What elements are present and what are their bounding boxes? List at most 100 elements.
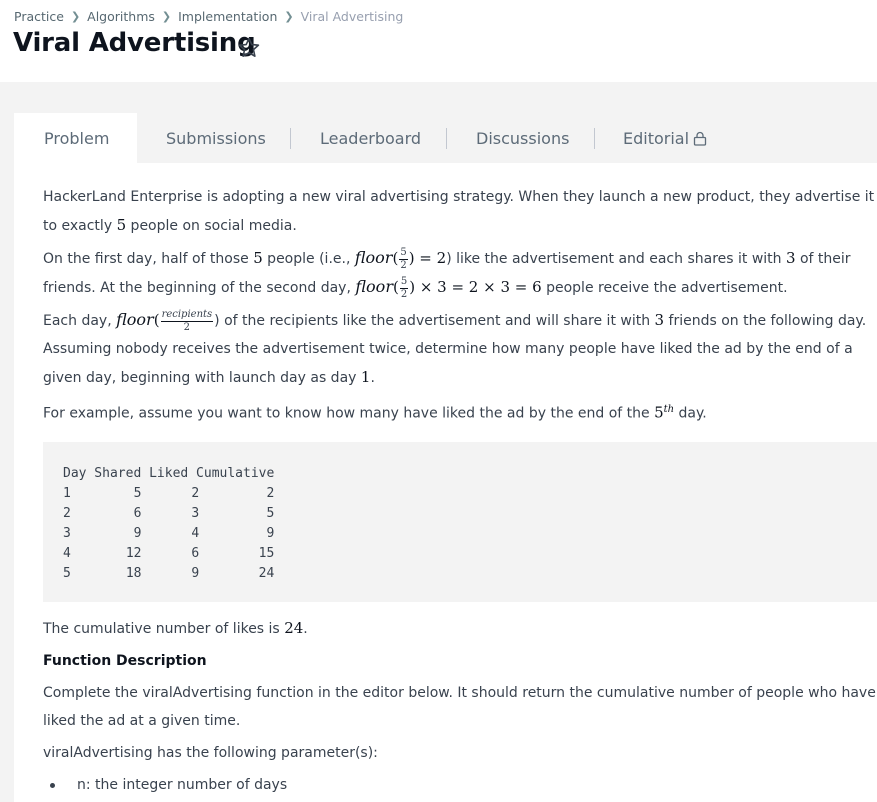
function-description-text: Complete the viralAdvertising function i… <box>43 684 876 729</box>
example-paragraph: For example, assume you want to know how… <box>43 396 877 428</box>
table-row: 1 5 2 2 <box>63 484 274 504</box>
tab-problem-label: Problem <box>44 128 110 148</box>
table-cell: 24 <box>258 565 275 581</box>
table-header-row: Day Shared Liked Cumulative <box>63 464 274 484</box>
tab-divider <box>594 128 595 149</box>
tab-problem[interactable]: Problem <box>14 113 137 163</box>
text-span: ) of the recipients like the advertiseme… <box>214 313 655 329</box>
chevron-right-icon: ❯ <box>161 10 172 23</box>
text-span: The cumulative number of likes is <box>43 620 285 637</box>
chevron-right-icon: ❯ <box>70 10 81 23</box>
math-number: 5 <box>116 216 127 234</box>
math-expression: ) × 3 = 2 × 3 = 6 <box>409 278 542 296</box>
math-paren: ( <box>392 249 399 267</box>
text-span: people (i.e., <box>262 251 355 267</box>
text-span: day. <box>674 405 707 422</box>
breadcrumb: Practice ❯ Algorithms ❯ Implementation ❯… <box>14 9 403 24</box>
table-cell: 12 <box>125 545 142 561</box>
table-header: Day Shared Liked Cumulative <box>63 465 275 481</box>
math-number: 3 <box>785 249 796 267</box>
table-cell: 2 <box>266 485 275 501</box>
math-function: floor <box>354 248 393 267</box>
table-cell: 4 <box>191 525 200 541</box>
page-header: Practice ❯ Algorithms ❯ Implementation ❯… <box>0 0 877 82</box>
table-cell: 9 <box>191 565 200 581</box>
table-cell: 3 <box>63 525 71 541</box>
table-cell: 9 <box>266 525 275 541</box>
table-cell: 5 <box>266 505 275 521</box>
math-fraction: recipients 2 <box>160 308 214 333</box>
problem-statement-panel: HackerLand Enterprise is adopting a new … <box>14 163 877 802</box>
parameters-intro: viralAdvertising has the following param… <box>43 744 378 761</box>
function-description-heading: Function Description <box>43 652 207 669</box>
math-number: 1 <box>360 368 371 386</box>
tab-leaderboard-label: Leaderboard <box>320 128 422 148</box>
table-cell: 9 <box>133 525 142 541</box>
table-cell: 4 <box>63 545 71 561</box>
table-row: 5 18 9 24 <box>63 564 274 584</box>
table-cell: 5 <box>133 485 142 501</box>
tab-editorial-label: Editorial <box>623 128 690 148</box>
text-span: people on social media. <box>126 218 297 234</box>
math-number: 24 <box>284 618 304 637</box>
fraction-numerator: 5 <box>399 275 409 289</box>
fraction-numerator: 5 <box>399 246 408 260</box>
table-row: 4 12 6 15 <box>63 544 274 564</box>
table-cell: 1 <box>63 485 71 501</box>
math-fraction: 52 <box>399 275 409 300</box>
table-cell: 2 <box>191 485 200 501</box>
lock-icon <box>693 131 707 146</box>
breadcrumb-algorithms[interactable]: Algorithms <box>87 9 155 24</box>
star-outline-icon[interactable] <box>236 35 262 61</box>
list-item: n: the integer number of days <box>50 771 877 799</box>
page-title: Viral Advertising <box>13 28 256 58</box>
text-span: Each day, <box>43 313 117 329</box>
challenge-tabs: Problem Submissions Leaderboard Discussi… <box>14 113 877 163</box>
breadcrumb-practice[interactable]: Practice <box>14 9 64 24</box>
breadcrumb-current: Viral Advertising <box>300 9 404 24</box>
text-span: . <box>370 370 375 386</box>
table-cell: 3 <box>191 505 200 521</box>
tab-submissions-label: Submissions <box>166 128 266 148</box>
math-number: 5 <box>654 403 664 422</box>
table-cell: 6 <box>133 505 142 521</box>
intro-paragraph: HackerLand Enterprise is adopting a new … <box>43 183 877 240</box>
table-row: 2 6 3 5 <box>63 504 274 524</box>
fraction-denominator: 2 <box>183 321 191 333</box>
fraction-numerator: recipients <box>160 308 214 322</box>
table-cell: 18 <box>125 565 142 581</box>
text-span: ) like the advertisement and each shares… <box>446 251 786 267</box>
table-cell: 5 <box>63 565 71 581</box>
text-span: people receive the advertisement. <box>541 280 788 296</box>
tab-submissions[interactable]: Submissions <box>166 113 266 163</box>
tab-editorial[interactable]: Editorial <box>623 113 707 163</box>
breadcrumb-implementation[interactable]: Implementation <box>178 9 277 24</box>
fraction-denominator: 2 <box>400 288 408 300</box>
math-number: 5 <box>253 249 263 267</box>
tab-discussions[interactable]: Discussions <box>476 113 569 163</box>
fraction-denominator: 2 <box>400 259 407 271</box>
tab-divider <box>446 128 447 149</box>
math-number: 3 <box>654 311 665 329</box>
math-fraction: 52 <box>399 246 408 271</box>
text-span: . <box>303 620 308 637</box>
text-span: For example, assume you want to know how… <box>43 405 655 422</box>
math-superscript: th <box>663 404 675 415</box>
math-paren: ( <box>153 311 160 329</box>
first-day-paragraph: On the first day, half of those 5 people… <box>43 244 877 302</box>
tab-divider <box>290 128 291 149</box>
chevron-right-icon: ❯ <box>284 10 294 23</box>
table-cell: 15 <box>258 545 275 561</box>
problem-statement: HackerLand Enterprise is adopting a new … <box>43 183 877 799</box>
math-expression: ) = 2 <box>408 249 447 267</box>
table-cell: 6 <box>191 545 200 561</box>
table-row: 3 9 4 9 <box>63 524 274 544</box>
example-table: Day Shared Liked Cumulative 1 5 2 2 2 6 … <box>63 464 274 584</box>
text-span: On the first day, half of those <box>43 251 254 267</box>
each-day-paragraph: Each day, floor(recipients 2) of the reci… <box>43 306 877 392</box>
tab-discussions-label: Discussions <box>476 128 570 148</box>
parameter-list: n: the integer number of days <box>50 771 877 799</box>
math-paren: ( <box>392 278 399 296</box>
tab-leaderboard[interactable]: Leaderboard <box>320 113 421 163</box>
table-cell: 2 <box>63 505 71 521</box>
